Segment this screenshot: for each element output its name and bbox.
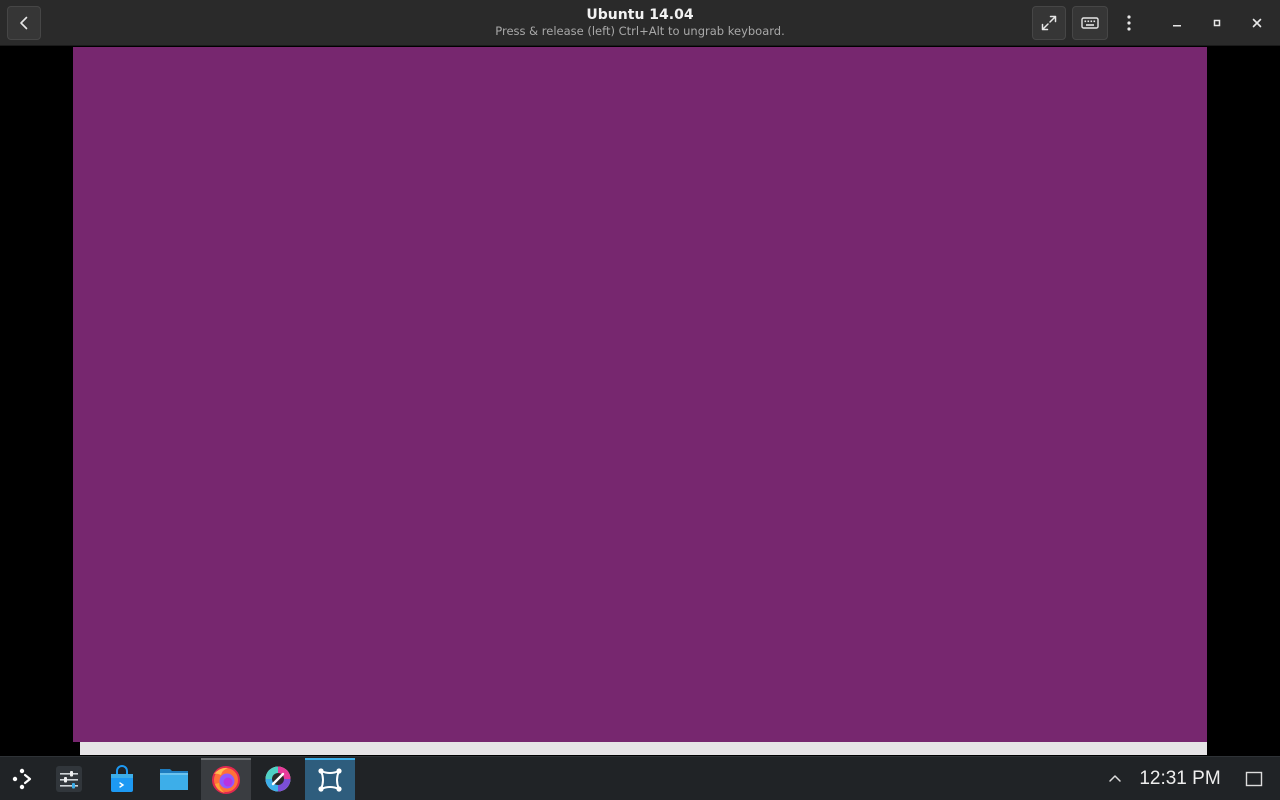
settings-sliders-icon [56, 766, 82, 792]
close-button[interactable] [1242, 8, 1272, 38]
krita-icon [265, 766, 291, 792]
firefox-icon [212, 766, 240, 794]
vm-screen[interactable] [73, 47, 1207, 742]
window-title-area: Ubuntu 14.04 Press & release (left) Ctrl… [340, 0, 940, 46]
application-launcher-button[interactable] [0, 758, 47, 800]
taskbar-file-manager[interactable] [149, 758, 199, 800]
vm-display-area[interactable] [0, 46, 1280, 756]
system-tray-expand-button[interactable] [1104, 763, 1126, 793]
chevron-left-icon [20, 16, 28, 30]
vm-screen-bottom-strip [80, 742, 1207, 755]
chevron-up-icon [1109, 775, 1121, 782]
maximize-icon [1213, 19, 1221, 27]
close-icon [1252, 18, 1262, 28]
taskbar-firefox[interactable] [201, 758, 251, 800]
fullscreen-icon [1041, 15, 1057, 31]
maximize-button[interactable] [1202, 8, 1232, 38]
window-headerbar: Ubuntu 14.04 Press & release (left) Ctrl… [0, 0, 1280, 46]
minimize-button[interactable] [1162, 8, 1192, 38]
keyboard-icon [1081, 17, 1099, 29]
taskbar-krita[interactable] [253, 758, 303, 800]
back-button[interactable] [7, 6, 41, 40]
vm-manager-icon [318, 768, 342, 792]
fullscreen-button[interactable] [1032, 6, 1066, 40]
taskbar-virtual-machine-manager[interactable] [305, 758, 355, 800]
show-desktop-button[interactable] [1242, 766, 1266, 792]
keyboard-button[interactable] [1072, 6, 1108, 40]
minimize-icon [1173, 25, 1181, 27]
show-desktop-icon [1245, 771, 1263, 787]
launcher-icon [12, 768, 32, 790]
window-title: Ubuntu 14.04 [586, 7, 694, 23]
taskbar-clock[interactable]: 12:31 PM [1134, 766, 1226, 792]
window-subtitle: Press & release (left) Ctrl+Alt to ungra… [495, 24, 785, 38]
taskbar [0, 756, 1280, 800]
main-menu-button[interactable] [1112, 6, 1146, 40]
store-bag-icon [111, 765, 133, 792]
taskbar-software-store[interactable] [97, 758, 147, 800]
kebab-menu-icon [1127, 15, 1131, 31]
folder-icon [160, 769, 188, 790]
taskbar-system-settings[interactable] [44, 758, 94, 800]
